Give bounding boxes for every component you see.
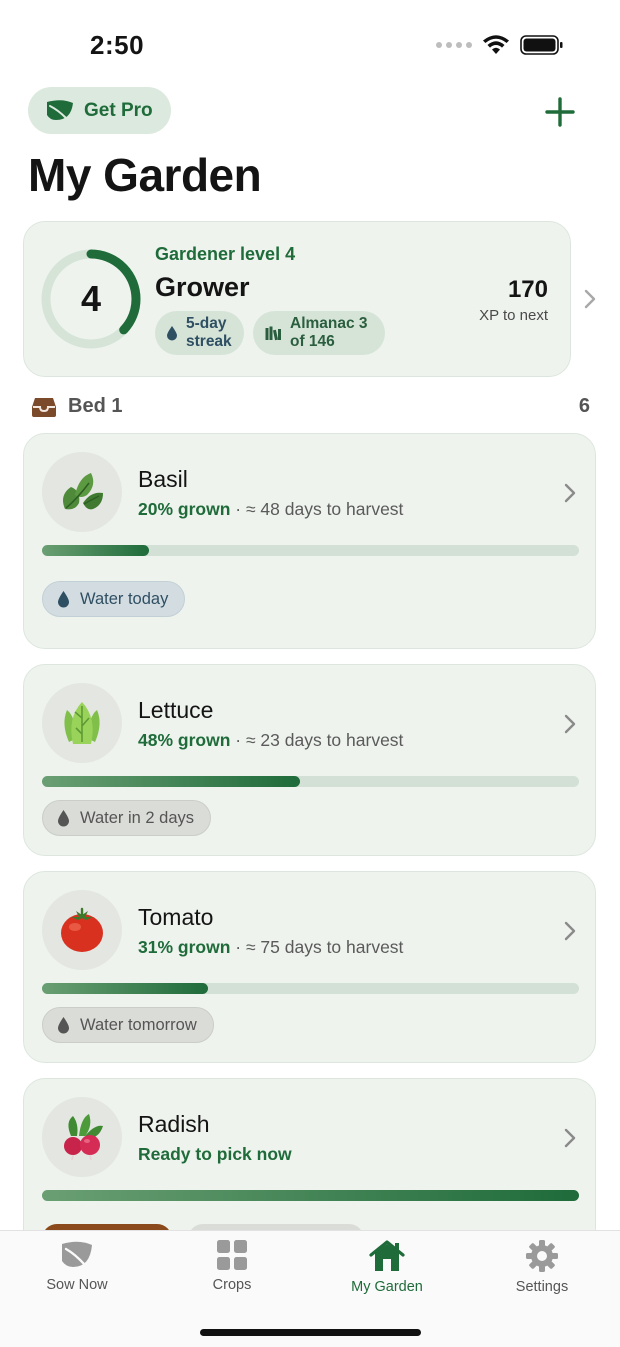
home-indicator (200, 1329, 421, 1336)
growth-progress-bar (42, 1190, 579, 1201)
lettuce-icon (64, 702, 100, 744)
tab-bar: Sow Now Crops My Garden Settings (0, 1230, 620, 1347)
plant-card-tomato[interactable]: Tomato 31% grown · ≈ 75 days to harvest … (23, 871, 596, 1063)
growth-progress-fill (42, 776, 300, 787)
growth-progress-bar (42, 545, 579, 556)
tab-sow-now[interactable]: Sow Now (17, 1239, 137, 1293)
plant-name: Tomato (138, 904, 214, 930)
status-icons (436, 34, 564, 56)
leaf-icon (47, 99, 73, 120)
basil-icon (63, 473, 103, 510)
almanac-chip: Almanac 3 of 146 (253, 311, 385, 355)
growth-progress-fill (42, 1190, 579, 1201)
water-status-label: Water today (80, 589, 169, 608)
radish-icon (64, 1114, 103, 1161)
water-status-chip[interactable]: Water in 2 days (42, 800, 212, 836)
streak-chip: 5-day streak (155, 311, 244, 355)
tab-label: Sow Now (46, 1277, 108, 1293)
plant-status: Ready to pick now (138, 1144, 292, 1165)
plant-name: Lettuce (138, 697, 214, 723)
plant-name: Basil (138, 466, 188, 492)
plant-card-lettuce[interactable]: Lettuce 48% grown · ≈ 23 days to harvest… (23, 664, 596, 856)
tab-label: Crops (212, 1277, 252, 1293)
water-status-label: Water in 2 days (80, 808, 195, 827)
plus-icon (545, 97, 575, 127)
leaf-icon (62, 1241, 92, 1267)
grid-icon (217, 1240, 247, 1270)
chevron-right-icon (564, 483, 576, 503)
chevron-right-icon (564, 714, 576, 734)
water-drop-icon (58, 810, 69, 827)
tab-my-garden[interactable]: My Garden (327, 1239, 447, 1295)
xp-caption: XP to next (479, 307, 548, 324)
level-caption: Gardener level 4 (155, 244, 296, 264)
home-icon (369, 1240, 405, 1271)
tab-settings[interactable]: Settings (482, 1239, 602, 1295)
plant-harvest-estimate: · ≈ 75 days to harvest (230, 937, 404, 957)
status-bar: 2:50 (0, 0, 620, 90)
lettuce-avatar (42, 683, 122, 763)
xp-value: 170 (507, 276, 548, 303)
water-status-chip[interactable]: Water today (42, 581, 186, 617)
bed-name: Bed 1 (68, 395, 123, 417)
growth-progress-fill (42, 545, 150, 556)
plant-harvest-estimate: · ≈ 23 days to harvest (230, 730, 404, 750)
plant-harvest-estimate: · ≈ 48 days to harvest (230, 499, 404, 519)
water-drop-icon (58, 591, 69, 608)
plant-growth: 48% grown (138, 730, 231, 750)
plant-growth: 20% grown (138, 499, 231, 519)
water-status-chip[interactable]: Water tomorrow (42, 1007, 214, 1043)
chevron-right-icon (564, 921, 576, 941)
water-status-label: Water tomorrow (80, 1015, 197, 1034)
water-drop-icon (167, 326, 177, 341)
tomato-avatar (42, 890, 122, 970)
streak-line-1: 5-day (186, 315, 227, 332)
plant-status: 20% grown · ≈ 48 days to harvest (138, 499, 403, 520)
cellular-signal-icon (436, 42, 472, 48)
plant-card-basil[interactable]: Basil 20% grown · ≈ 48 days to harvest W… (23, 433, 596, 649)
chevron-right-icon (564, 1128, 576, 1148)
status-time: 2:50 (90, 30, 145, 60)
tray-icon (32, 398, 56, 417)
get-pro-label: Get Pro (84, 99, 153, 121)
basil-avatar (42, 452, 122, 532)
tab-label: My Garden (351, 1279, 423, 1295)
tomato-icon (61, 907, 103, 952)
plant-status: 31% grown · ≈ 75 days to harvest (138, 937, 403, 958)
growth-progress-fill (42, 983, 209, 994)
plant-growth: 31% grown (138, 937, 231, 957)
radish-avatar (42, 1097, 122, 1177)
bed-plant-count: 6 (578, 395, 590, 417)
almanac-line-1: Almanac 3 (290, 315, 368, 332)
level-number: 4 (80, 278, 102, 319)
plant-growth: Ready to pick now (138, 1144, 292, 1164)
add-plant-button[interactable] (540, 92, 580, 132)
tab-label: Settings (515, 1279, 569, 1295)
streak-line-2: streak (186, 333, 232, 350)
level-name: Grower (155, 272, 250, 302)
tab-crops[interactable]: Crops (172, 1239, 292, 1293)
books-icon (265, 326, 281, 340)
battery-icon (520, 35, 563, 55)
page-title: My Garden (28, 149, 262, 201)
gear-icon (526, 1240, 558, 1272)
growth-progress-bar (42, 983, 579, 994)
growth-progress-bar (42, 776, 579, 787)
water-drop-icon (58, 1017, 69, 1034)
get-pro-button[interactable]: Get Pro (28, 87, 171, 134)
plant-name: Radish (138, 1111, 210, 1137)
almanac-line-2: of 146 (290, 333, 335, 350)
gardener-level-card[interactable]: 4 Gardener level 4 Grower 5-day streak A… (23, 221, 571, 377)
plant-status: 48% grown · ≈ 23 days to harvest (138, 730, 403, 751)
wifi-icon (483, 35, 509, 54)
chevron-right-icon[interactable] (583, 288, 597, 310)
